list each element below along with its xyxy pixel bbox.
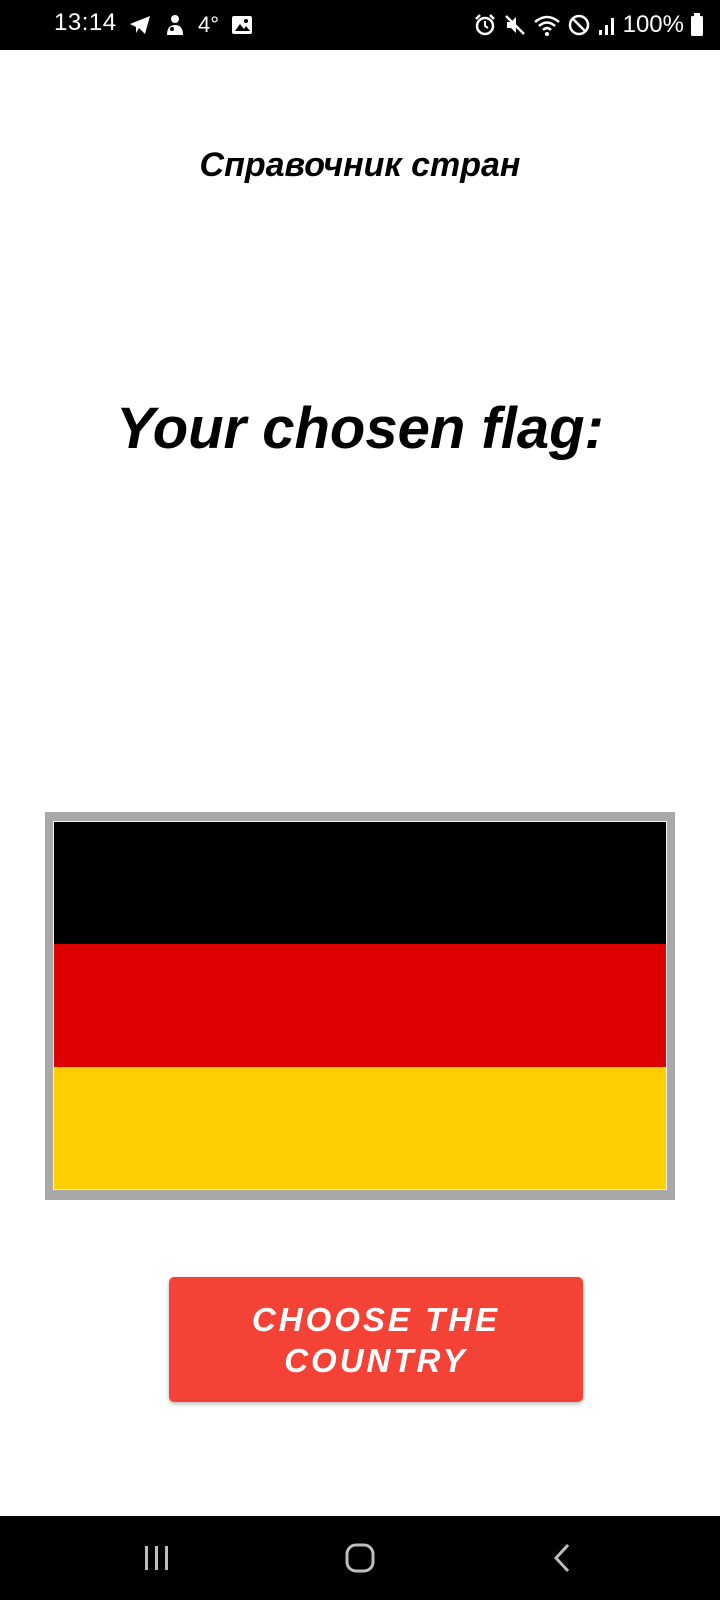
app-title: Справочник стран: [199, 146, 521, 184]
flag-stripe-black: [54, 822, 666, 945]
signal-icon: [597, 14, 617, 36]
back-button[interactable]: [532, 1536, 592, 1580]
telegram-icon: [128, 14, 152, 36]
flag-image: [53, 821, 667, 1190]
flag-stripe-red: [54, 944, 666, 1067]
choose-country-button[interactable]: CHOOSE THE COUNTRY: [169, 1277, 583, 1402]
home-button[interactable]: [330, 1536, 390, 1580]
battery-percent: 100%: [622, 11, 684, 38]
mute-icon: [503, 13, 527, 37]
alarm-icon: [473, 13, 497, 37]
flag-frame: [45, 812, 675, 1200]
do-not-disturb-icon: [567, 13, 591, 37]
status-left-icons: 4°: [128, 10, 253, 40]
status-temperature: 4°: [198, 12, 220, 37]
chosen-flag-heading: Your chosen flag:: [116, 396, 604, 461]
app-notification-icon: [164, 13, 186, 37]
home-icon: [344, 1542, 376, 1574]
recent-apps-icon: [142, 1544, 172, 1572]
battery-icon: [690, 13, 704, 37]
status-right-icons: 100%: [473, 10, 704, 40]
wifi-icon: [533, 13, 561, 37]
status-time: 13:14: [54, 9, 117, 36]
gallery-icon: [231, 15, 253, 35]
back-icon: [550, 1542, 574, 1574]
status-bar: 13:14 4° 100%: [0, 0, 720, 50]
recent-apps-button[interactable]: [127, 1536, 187, 1580]
navigation-bar: [0, 1516, 720, 1600]
flag-stripe-gold: [54, 1066, 666, 1189]
